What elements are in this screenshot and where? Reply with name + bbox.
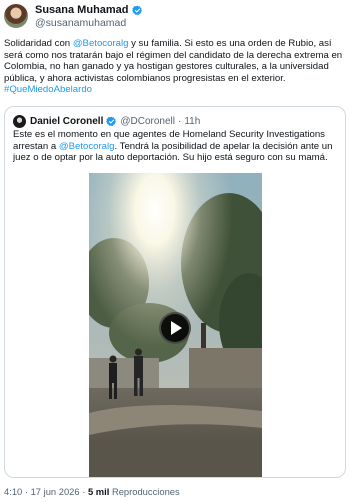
quoted-author-display-name: Daniel Coronell xyxy=(30,116,104,127)
quoted-post-header: Daniel Coronell @DCoronell · 11h xyxy=(13,115,200,128)
mention-link[interactable]: @Betocoralg xyxy=(73,38,129,49)
post-date[interactable]: 17 jun 2026 xyxy=(31,486,80,497)
author-display-name[interactable]: Susana Muhamad xyxy=(35,4,129,17)
play-button[interactable] xyxy=(159,312,191,344)
author-name-line: Susana Muhamad xyxy=(35,4,143,17)
quoted-post-text: Este es el momento en que agentes de Hom… xyxy=(13,129,339,164)
quoted-author-handle: @DCoronell xyxy=(120,116,175,127)
post-footer: 4:10 · 17 jun 2026 · 5 mil Reproduccione… xyxy=(4,486,180,497)
play-icon xyxy=(171,321,182,335)
author-names: Susana Muhamad @susanamuhamad xyxy=(35,4,143,30)
post-header: Susana Muhamad @susanamuhamad xyxy=(4,4,143,30)
mention-link[interactable]: @Betocoralg xyxy=(59,141,115,152)
post-text: Solidaridad con @Betocoralg y su familia… xyxy=(4,38,344,96)
quoted-post-time: 11h xyxy=(184,116,201,127)
views-count: 5 mil xyxy=(87,486,110,497)
hashtag-link[interactable]: #QueMiedoAbelardo xyxy=(4,84,92,95)
post: Susana Muhamad @susanamuhamad Solidarida… xyxy=(0,0,350,502)
separator-dot: · xyxy=(82,486,86,497)
author-avatar[interactable] xyxy=(4,4,28,28)
verified-badge-icon xyxy=(131,5,142,16)
post-text-part: Solidaridad con xyxy=(4,38,73,49)
quoted-post[interactable]: Daniel Coronell @DCoronell · 11h Este es… xyxy=(4,106,346,478)
views-label: Reproducciones xyxy=(111,486,180,497)
separator-dot: · xyxy=(177,116,182,127)
post-time[interactable]: 4:10 xyxy=(4,486,22,497)
author-handle[interactable]: @susanamuhamad xyxy=(35,17,143,30)
video-player[interactable] xyxy=(89,173,262,477)
separator-dot: · xyxy=(24,486,28,497)
quoted-author-avatar xyxy=(13,115,26,128)
verified-badge-icon xyxy=(106,116,117,127)
